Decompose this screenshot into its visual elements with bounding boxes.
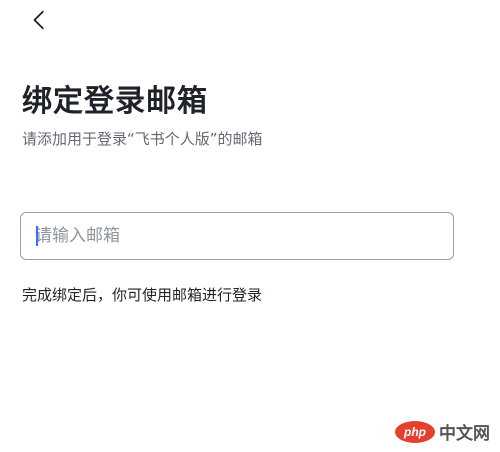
bind-hint-text: 完成绑定后，你可使用邮箱进行登录 [22, 286, 263, 304]
page-subtitle: 请添加用于登录“飞书个人版”的邮箱 [22, 130, 263, 148]
svg-text:php: php [403, 425, 426, 439]
page-title: 绑定登录邮箱 [22, 84, 208, 119]
watermark-site-text: 中文网 [439, 424, 490, 444]
bind-email-page: 绑定登录邮箱 请添加用于登录“飞书个人版”的邮箱 完成绑定后，你可使用邮箱进行登… [0, 0, 500, 452]
email-input[interactable] [20, 212, 454, 260]
site-watermark: php 中文网 [395, 419, 490, 444]
chevron-left-icon [33, 10, 44, 30]
text-caret [36, 226, 38, 246]
php-logo-mark: php [403, 425, 426, 439]
back-button[interactable] [24, 4, 56, 36]
php-logo: php [395, 420, 435, 443]
